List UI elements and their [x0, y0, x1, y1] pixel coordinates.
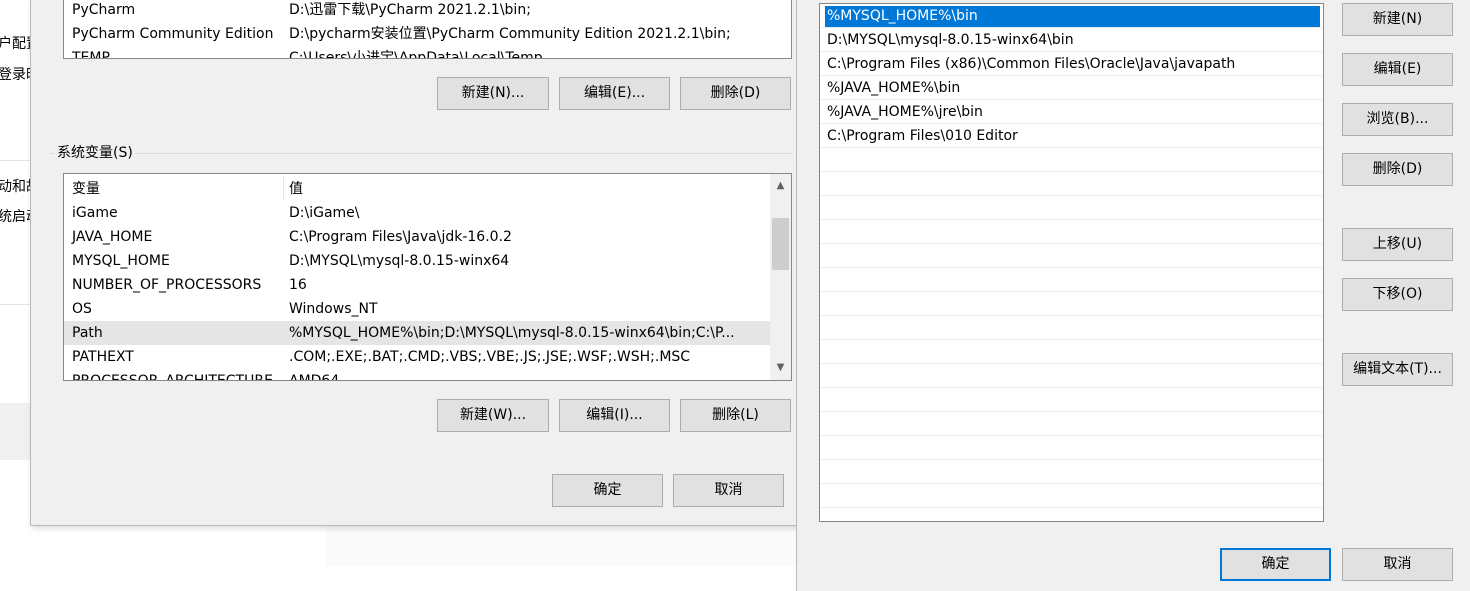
path-entry[interactable]: D:\MYSQL\mysql-8.0.15-winx64\bin: [820, 28, 1323, 52]
scroll-down-arrow-icon[interactable]: ▼: [770, 358, 791, 378]
variable-name: PyCharm Community Edition: [72, 26, 274, 42]
table-row[interactable]: NUMBER_OF_PROCESSORS 16: [64, 273, 771, 297]
vertical-scrollbar[interactable]: ▲ ▼: [770, 174, 791, 380]
user-edit-button[interactable]: 编辑(E)...: [559, 77, 670, 110]
variable-value: D:\pycharm安装位置\PyCharm Community Edition…: [289, 26, 731, 42]
table-header[interactable]: 变量 值: [64, 177, 771, 201]
empty-row[interactable]: [820, 316, 1323, 340]
table-row[interactable]: PROCESSOR_ARCHITECTURE AMD64: [64, 369, 771, 381]
variable-name: iGame: [72, 205, 118, 221]
table-row-selected[interactable]: Path %MYSQL_HOME%\bin;D:\MYSQL\mysql-8.0…: [64, 321, 771, 345]
empty-row[interactable]: [820, 340, 1323, 364]
edit-path-dialog: %MYSQL_HOME%\bin D:\MYSQL\mysql-8.0.15-w…: [796, 0, 1470, 591]
system-variables-list[interactable]: 变量 值 iGame D:\iGame\ JAVA_HOME C:\Progra…: [63, 173, 792, 381]
edit-entry-button[interactable]: 编辑(E): [1342, 53, 1453, 86]
system-delete-button[interactable]: 删除(L): [680, 399, 791, 432]
path-entry[interactable]: %JAVA_HOME%\bin: [820, 76, 1323, 100]
variable-name: PyCharm: [72, 2, 136, 18]
user-variables-list[interactable]: PyCharm D:\迅雷下载\PyCharm 2021.2.1\bin; Py…: [63, 0, 792, 59]
path-entry-text: D:\MYSQL\mysql-8.0.15-winx64\bin: [827, 32, 1074, 48]
variable-value: .COM;.EXE;.BAT;.CMD;.VBS;.VBE;.JS;.JSE;.…: [289, 349, 691, 365]
path-entry-selected[interactable]: %MYSQL_HOME%\bin: [820, 4, 1323, 28]
system-new-button[interactable]: 新建(W)...: [437, 399, 549, 432]
empty-row[interactable]: [820, 244, 1323, 268]
browse-button[interactable]: 浏览(B)...: [1342, 103, 1453, 136]
variable-value: %MYSQL_HOME%\bin;D:\MYSQL\mysql-8.0.15-w…: [289, 325, 735, 341]
table-row[interactable]: PyCharm Community Edition D:\pycharm安装位置…: [64, 22, 791, 46]
move-up-button[interactable]: 上移(U): [1342, 228, 1453, 261]
variable-value: D:\iGame\: [289, 205, 360, 221]
variable-name: MYSQL_HOME: [72, 253, 170, 269]
variable-name: OS: [72, 301, 92, 317]
variable-name: JAVA_HOME: [72, 229, 153, 245]
variable-name: TEMP: [72, 50, 110, 59]
edit-text-button[interactable]: 编辑文本(T)...: [1342, 353, 1453, 386]
empty-row[interactable]: [820, 220, 1323, 244]
variable-name: NUMBER_OF_PROCESSORS: [72, 277, 262, 293]
table-row[interactable]: MYSQL_HOME D:\MYSQL\mysql-8.0.15-winx64: [64, 249, 771, 273]
path-entry-text: C:\Program Files\010 Editor: [827, 128, 1018, 144]
ok-button[interactable]: 确定: [552, 474, 663, 507]
variable-value: C:\Users\小进宝\AppData\Local\Temp: [289, 50, 543, 59]
empty-row[interactable]: [820, 196, 1323, 220]
table-row[interactable]: TEMP C:\Users\小进宝\AppData\Local\Temp: [64, 46, 791, 59]
path-entries-list[interactable]: %MYSQL_HOME%\bin D:\MYSQL\mysql-8.0.15-w…: [819, 3, 1324, 522]
table-row[interactable]: PATHEXT .COM;.EXE;.BAT;.CMD;.VBS;.VBE;.J…: [64, 345, 771, 369]
system-edit-button[interactable]: 编辑(I)...: [559, 399, 670, 432]
empty-row[interactable]: [820, 364, 1323, 388]
empty-row[interactable]: [820, 412, 1323, 436]
variable-name: Path: [72, 325, 103, 341]
ok-button[interactable]: 确定: [1220, 548, 1331, 581]
path-entry-text: %JAVA_HOME%\bin: [827, 80, 961, 96]
path-entry-text: %MYSQL_HOME%\bin: [825, 6, 1320, 27]
cancel-button[interactable]: 取消: [673, 474, 784, 507]
empty-row[interactable]: [820, 436, 1323, 460]
user-new-button[interactable]: 新建(N)...: [437, 77, 549, 110]
empty-row[interactable]: [820, 484, 1323, 508]
user-delete-button[interactable]: 删除(D): [680, 77, 791, 110]
table-row[interactable]: JAVA_HOME C:\Program Files\Java\jdk-16.0…: [64, 225, 771, 249]
table-row[interactable]: iGame D:\iGame\: [64, 201, 771, 225]
environment-variables-dialog: PyCharm D:\迅雷下载\PyCharm 2021.2.1\bin; Py…: [30, 0, 797, 526]
table-row[interactable]: OS Windows_NT: [64, 297, 771, 321]
path-entry[interactable]: C:\Program Files\010 Editor: [820, 124, 1323, 148]
empty-row[interactable]: [820, 460, 1323, 484]
variable-value: Windows_NT: [289, 301, 378, 317]
empty-row[interactable]: [820, 172, 1323, 196]
column-separator[interactable]: [283, 177, 284, 201]
path-entry-text: %JAVA_HOME%\jre\bin: [827, 104, 983, 120]
path-entry[interactable]: C:\Program Files (x86)\Common Files\Orac…: [820, 52, 1323, 76]
variable-value: D:\迅雷下载\PyCharm 2021.2.1\bin;: [289, 2, 531, 18]
background-panel: [326, 526, 796, 566]
column-header-variable[interactable]: 变量: [72, 177, 100, 201]
empty-row[interactable]: [820, 292, 1323, 316]
empty-row[interactable]: [820, 148, 1323, 172]
system-variables-label: 系统变量(S): [55, 142, 135, 162]
variable-name: PATHEXT: [72, 349, 134, 365]
cancel-button[interactable]: 取消: [1342, 548, 1453, 581]
variable-value: 16: [289, 277, 307, 293]
scroll-up-arrow-icon[interactable]: ▲: [770, 176, 791, 196]
system-variables-group-frame: [49, 153, 793, 154]
table-row[interactable]: PyCharm D:\迅雷下载\PyCharm 2021.2.1\bin;: [64, 0, 791, 22]
scrollbar-thumb[interactable]: [772, 218, 789, 270]
delete-entry-button[interactable]: 删除(D): [1342, 153, 1453, 186]
column-header-value[interactable]: 值: [289, 177, 303, 201]
path-entry[interactable]: %JAVA_HOME%\jre\bin: [820, 100, 1323, 124]
empty-row[interactable]: [820, 268, 1323, 292]
move-down-button[interactable]: 下移(O): [1342, 278, 1453, 311]
empty-row[interactable]: [820, 388, 1323, 412]
variable-value: D:\MYSQL\mysql-8.0.15-winx64: [289, 253, 510, 269]
variable-name: PROCESSOR_ARCHITECTURE: [72, 373, 273, 381]
new-entry-button[interactable]: 新建(N): [1342, 3, 1453, 36]
path-entry-text: C:\Program Files (x86)\Common Files\Orac…: [827, 56, 1236, 72]
variable-value: AMD64: [289, 373, 340, 381]
variable-value: C:\Program Files\Java\jdk-16.0.2: [289, 229, 512, 245]
